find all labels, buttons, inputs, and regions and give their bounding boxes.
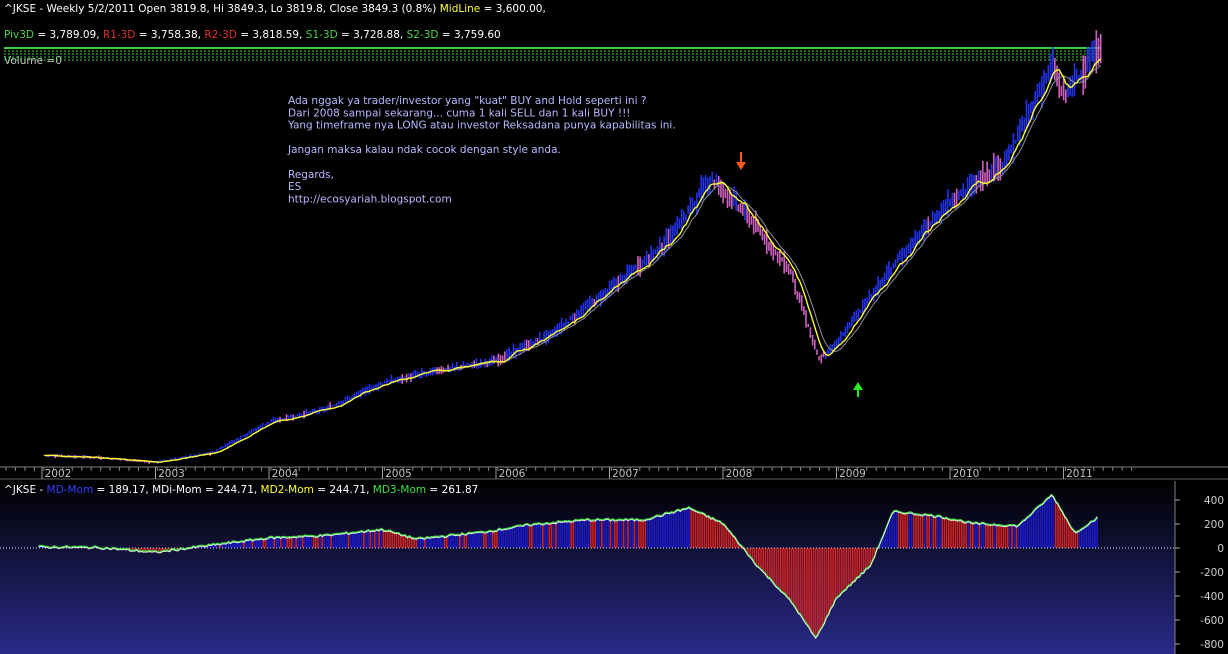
annotation-line: Yang timeframe nya LONG atau investor Re… — [287, 120, 676, 132]
x-axis-year-label: 2004 — [272, 468, 299, 480]
annotation-line: Ada nggak ya trader/investor yang "kuat"… — [288, 95, 646, 107]
x-axis-year-label: 2010 — [953, 468, 980, 480]
pivot-label: Piv3D — [4, 29, 34, 41]
pivot-legend: Piv3D = 3,789.09, R1-3D = 3,758.38, R2-3… — [4, 29, 501, 41]
pivot-label: S2-3D — [407, 29, 439, 41]
momentum-series-label: MD3-Mom — [373, 484, 426, 496]
momentum-series-value: = 244.71, — [314, 484, 373, 496]
momentum-background — [0, 481, 1175, 654]
momentum-chart: ^JKSE - MD-Mom = 189.17, MDi-Mom = 244.7… — [0, 481, 1224, 654]
momentum-y-tick-label: 200 — [1204, 519, 1224, 531]
x-axis-year-label: 2005 — [385, 468, 412, 480]
sell-arrow-icon — [736, 162, 746, 170]
momentum-series-label: MDi-Mom — [152, 484, 202, 496]
annotation-line: Dari 2008 sampai sekarang... cuma 1 kali… — [288, 107, 631, 119]
momentum-panel: ^JKSE - MD-Mom = 189.17, MDi-Mom = 244.7… — [0, 481, 1228, 654]
momentum-y-tick-label: -400 — [1200, 591, 1224, 603]
momentum-y-tick-label: 400 — [1204, 495, 1224, 507]
annotation-line: http://ecosyariah.blogspot.com — [288, 193, 452, 205]
momentum-legend: ^JKSE - MD-Mom = 189.17, MDi-Mom = 244.7… — [4, 484, 478, 496]
annotation-line: ES — [288, 181, 302, 193]
pivot-label: R1-3D — [103, 29, 136, 41]
pivot-lines — [4, 47, 1100, 61]
momentum-series-value: = 244.71, — [202, 484, 261, 496]
pivot-value: = 3,758.38, — [135, 29, 204, 41]
momentum-y-axis: 400 200 0 -200 -400 -600 -800 — [1174, 481, 1224, 654]
x-axis-year-label: 2007 — [612, 468, 639, 480]
pivot-value: = 3,759.60 — [439, 29, 501, 41]
momentum-y-tick-label: -600 — [1200, 615, 1224, 627]
x-axis-year-label: 2009 — [839, 468, 866, 480]
annotation-text: Ada nggak ya trader/investor yang "kuat"… — [287, 95, 676, 205]
x-axis-year-label: 2008 — [726, 468, 753, 480]
signal-arrows — [736, 152, 863, 397]
momentum-series-value: = 261.87 — [426, 484, 478, 496]
pivot-value: = 3,728.88, — [338, 29, 407, 41]
x-axis-year-label: 2006 — [499, 468, 526, 480]
price-chart-panel: ^JKSE - Weekly 5/2/2011 Open 3819.8, Hi … — [0, 0, 1228, 480]
annotation-line: Regards, — [288, 169, 334, 181]
x-axis: 2002 2003 2004 2005 2006 2007 2008 2009 2010 2011 — [0, 466, 1228, 480]
x-axis-year-label: 2002 — [45, 468, 72, 480]
pivot-label: R2-3D — [204, 29, 237, 41]
momentum-series-label: MD2-Mom — [261, 484, 314, 496]
annotation-line: Jangan maksa kalau ndak cocok dengan sty… — [287, 144, 561, 156]
price-chart: ^JKSE - Weekly 5/2/2011 Open 3819.8, Hi … — [0, 3, 1228, 480]
pivot-label: S1-3D — [306, 29, 338, 41]
momentum-title: ^JKSE - — [4, 484, 47, 496]
x-axis-year-label: 2003 — [158, 468, 185, 480]
pivot-value: = 3,789.09, — [34, 29, 103, 41]
momentum-y-tick-label: -200 — [1200, 567, 1224, 579]
momentum-y-tick-label: -800 — [1200, 639, 1224, 651]
momentum-series-value: = 189.17, — [93, 484, 152, 496]
x-axis-year-label: 2011 — [1066, 468, 1093, 480]
chart-title: ^JKSE - Weekly 5/2/2011 Open 3819.8, Hi … — [4, 3, 546, 15]
pivot-value: = 3,818.59, — [237, 29, 306, 41]
momentum-y-tick-label: 0 — [1217, 543, 1224, 555]
momentum-series-label: MD-Mom — [47, 484, 94, 496]
